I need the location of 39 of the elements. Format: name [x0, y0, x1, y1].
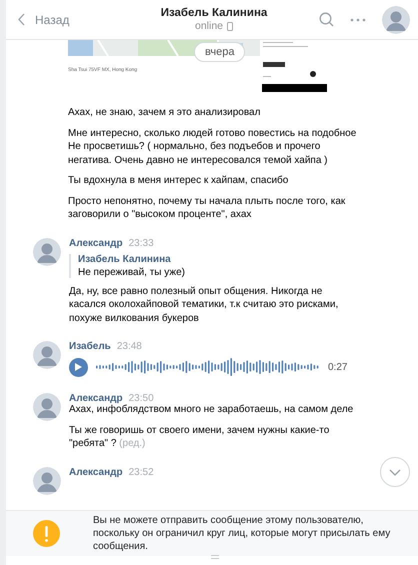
more-icon[interactable] — [350, 18, 366, 22]
chevron-left-icon — [18, 13, 25, 26]
message-text: Ахах, не знаю, зачем я это анализировал — [68, 106, 262, 120]
scroll-down-button[interactable] — [380, 457, 410, 487]
quoted-text: Не переживай, ты уже) — [78, 266, 186, 278]
chevron-down-icon — [389, 468, 401, 476]
voice-duration: 0:27 — [328, 362, 348, 372]
warning-icon — [33, 520, 60, 547]
message-time: 23:48 — [116, 341, 142, 352]
message-text: Ты же говоришь от своего имени, зачем нужны какие-то "ребята" ? (ред.) — [69, 424, 330, 450]
message-time: 23:50 — [128, 393, 154, 404]
message-time: 23:52 — [128, 466, 154, 478]
message-text: Да, ну, все равно полезный опыт общения. Никогда не касался околохайповой тематики, т.к считаю это рисками, похуже вилкования букеров — [69, 284, 340, 325]
play-icon — [75, 363, 82, 371]
notice-text: Вы не можете отправить сообщение этому пользователю, поскольку он ограничил круг лиц, которые могут присылать ему сообщения. — [93, 514, 392, 553]
avatar-icon[interactable] — [33, 238, 61, 266]
sender-name[interactable]: Александр — [69, 238, 123, 248]
date-label: вчера — [194, 42, 246, 62]
avatar-icon[interactable] — [33, 466, 61, 494]
message-text: Просто непонятно, почему ты начала плыть после того, как заговорили о "высоком проценте", ахах — [68, 194, 346, 222]
sender-name[interactable]: Александр — [69, 466, 123, 478]
phone-icon — [227, 22, 234, 30]
quoted-author[interactable]: Изабель Калинина — [78, 254, 362, 264]
online-status: online — [194, 20, 224, 32]
back-button[interactable]: Назад — [18, 12, 70, 26]
sender-name[interactable]: Изабель — [69, 341, 111, 352]
waveform[interactable] — [96, 357, 320, 377]
avatar-icon[interactable] — [33, 341, 61, 369]
avatar-icon[interactable] — [382, 6, 410, 34]
message-text: Мне интересно, сколько людей готово повестись на подобное Не просветишь? ( нормально, без подъебов и прочего негатива. Очень давно не интересовался темой хайпа ) — [68, 126, 358, 167]
message-text: Ты вдохнула в меня интерес к хайпам, спасибо — [68, 174, 290, 188]
message-text: Ахах, инфоблядством много не заработаешь, на самом деле — [69, 404, 354, 416]
grip-icon[interactable] — [211, 555, 219, 559]
avatar-icon[interactable] — [33, 393, 61, 421]
chat-title: Изабель Калинина — [160, 7, 268, 19]
message-time: 23:33 — [128, 238, 154, 248]
sender-name[interactable]: Александр — [69, 393, 123, 404]
search-icon[interactable] — [319, 12, 334, 27]
play-button[interactable] — [69, 358, 88, 376]
